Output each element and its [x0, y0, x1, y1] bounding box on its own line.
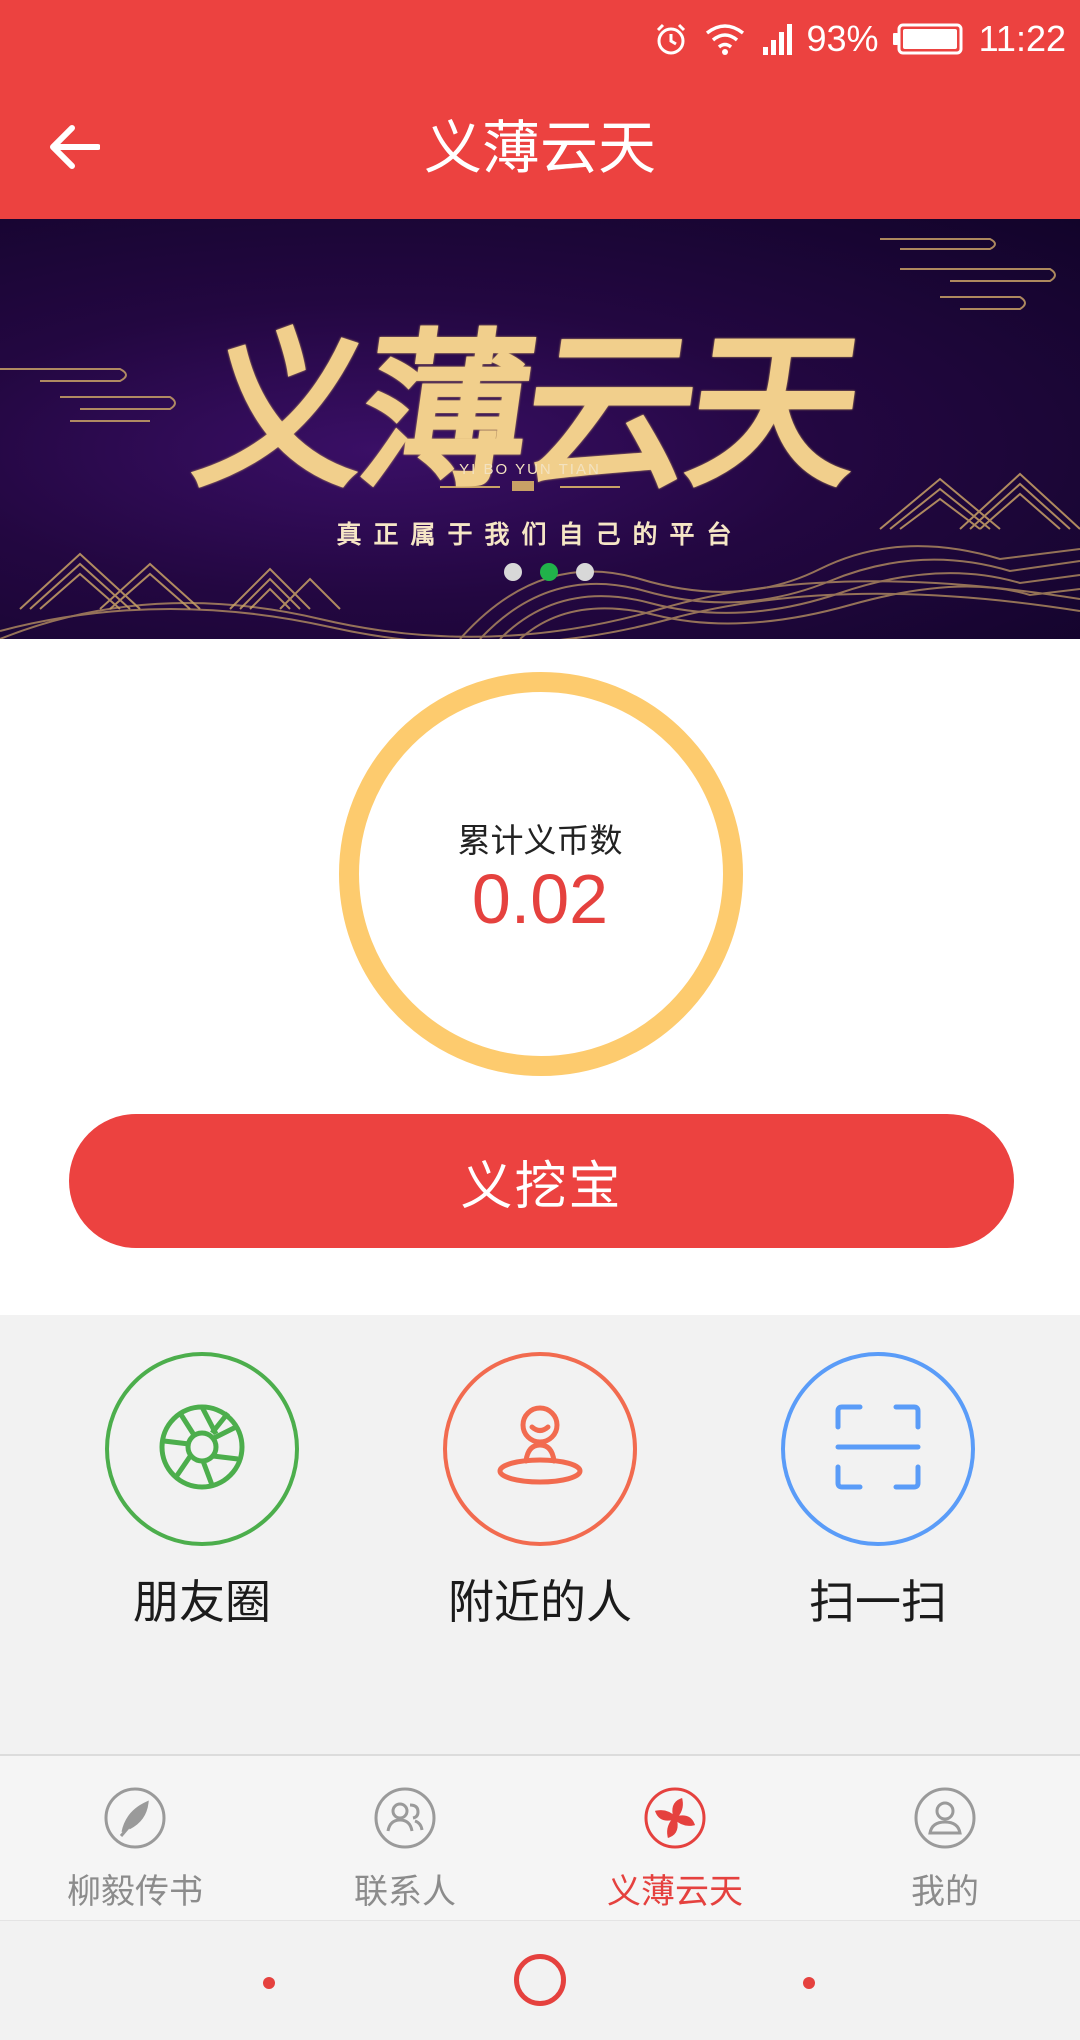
- banner-carousel[interactable]: 义薄云天 YI BO YUN TIAN 真正属于我们自己的平台: [0, 219, 1080, 639]
- aperture-icon: [156, 1401, 248, 1497]
- scan-icon: [832, 1401, 924, 1497]
- nav-home-button[interactable]: [514, 1954, 566, 2006]
- app-header: 义薄云天: [0, 78, 1080, 219]
- feature-nearby-circle: [443, 1352, 637, 1546]
- page-title: 义薄云天: [423, 114, 656, 182]
- banner-pinyin: YI BO YUN TIAN: [459, 461, 601, 478]
- carousel-dot[interactable]: [576, 563, 594, 581]
- feature-nearby-label: 附近的人: [448, 1575, 632, 1629]
- coin-value: 0.02: [471, 860, 609, 938]
- wifi-icon: [703, 21, 747, 57]
- tab-mine-label: 我的: [911, 1872, 979, 1912]
- tab-yibo-label: 义薄云天: [607, 1872, 743, 1912]
- feather-icon: [103, 1786, 167, 1850]
- system-nav-bar: [0, 1920, 1080, 2040]
- status-time: 11:22: [978, 18, 1066, 59]
- feature-moments-label: 朋友圈: [133, 1575, 271, 1629]
- tab-contacts-label: 联系人: [354, 1872, 456, 1912]
- banner-slogan: 真正属于我们自己的平台: [336, 520, 744, 549]
- person-location-icon: [492, 1399, 588, 1499]
- battery-percent: 93%: [806, 18, 879, 59]
- tab-mine[interactable]: 我的: [810, 1756, 1080, 1922]
- bottom-tab-bar: 柳毅传书 联系人 义薄云天 我的: [0, 1754, 1080, 1920]
- profile-icon: [913, 1786, 977, 1850]
- pinwheel-icon: [643, 1786, 707, 1850]
- tab-contacts[interactable]: 联系人: [270, 1756, 540, 1922]
- feature-scan-label: 扫一扫: [809, 1575, 947, 1629]
- coin-label: 累计义币数: [457, 821, 623, 860]
- tab-liuyi[interactable]: 柳毅传书: [0, 1756, 270, 1922]
- feature-scan-circle: [781, 1352, 975, 1546]
- carousel-dot-active[interactable]: [540, 563, 558, 581]
- battery-icon: [892, 22, 965, 56]
- banner-title: 义薄云天: [183, 312, 868, 512]
- feature-grid: 朋友圈 附近的人 扫一扫: [0, 1315, 1080, 1755]
- status-bar: 93% 11:22: [0, 0, 1080, 78]
- coin-section: 累计义币数 0.02 义挖宝: [0, 639, 1080, 1315]
- tab-liuyi-label: 柳毅传书: [67, 1872, 203, 1912]
- tab-yibo[interactable]: 义薄云天: [540, 1756, 810, 1922]
- feature-moments-circle: [105, 1352, 299, 1546]
- alarm-icon: [653, 21, 689, 57]
- feature-nearby[interactable]: 附近的人: [390, 1352, 690, 1632]
- signal-icon: [761, 21, 793, 57]
- contacts-icon: [373, 1786, 437, 1850]
- nav-back-dot[interactable]: [263, 1977, 275, 1989]
- status-bar-right: 93% 11:22: [653, 14, 1066, 64]
- feature-scan[interactable]: 扫一扫: [728, 1352, 1028, 1632]
- carousel-indicators: [0, 563, 1080, 583]
- feature-moments[interactable]: 朋友圈: [52, 1352, 352, 1632]
- carousel-dot[interactable]: [504, 563, 522, 581]
- nav-recents-dot[interactable]: [803, 1977, 815, 1989]
- dig-treasure-button[interactable]: 义挖宝: [69, 1114, 1014, 1248]
